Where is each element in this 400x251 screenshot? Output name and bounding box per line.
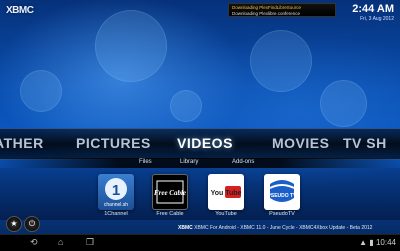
svg-text:You Tube: You Tube — [211, 190, 242, 197]
wifi-icon: ▲ — [359, 238, 368, 247]
recent-apps-icon[interactable]: ❐ — [86, 237, 94, 248]
favourite-label: Free Cable — [156, 211, 184, 217]
svg-text:Free Cable: Free Cable — [154, 189, 186, 197]
menu-item-movies[interactable]: MOVIES — [272, 135, 329, 151]
favourite-youtube[interactable]: You Tube — [208, 174, 244, 210]
notification-line-2: Downloading Plexlibre.conference — [232, 11, 301, 16]
clock-date: Fri, 3 Aug 2012 — [360, 16, 394, 22]
favourites-shelf — [0, 168, 400, 220]
favourite-pseudotv[interactable]: PSEUDO TV — [264, 174, 300, 210]
favourite-1channel[interactable]: 1 channel.sh — [98, 174, 134, 210]
main-menu: ATHER PICTURES VIDEOS MOVIES TV SH — [0, 128, 400, 160]
power-button[interactable]: ⏻ — [24, 216, 40, 232]
home-icon[interactable]: ⌂ — [58, 237, 63, 247]
background-bokeh — [320, 80, 367, 127]
download-notification: Downloading PlexFindLibreSource Download… — [228, 3, 336, 17]
sub-item-library[interactable]: Library — [180, 159, 198, 165]
menu-item-weather[interactable]: ATHER — [0, 135, 44, 151]
background-bokeh — [250, 30, 312, 92]
xbmc-logo: XBMC — [6, 5, 34, 16]
android-navigation-bar: ⟲ ⌂ ❐ ▲ ▮ 10:44 — [0, 234, 400, 251]
1channel-logo-icon: 1 channel.sh — [104, 178, 128, 208]
sub-item-files[interactable]: Files — [139, 159, 152, 165]
favourite-free-cable[interactable]: Free Cable — [152, 174, 188, 210]
favourites-star-button[interactable]: ★ — [6, 216, 22, 232]
sub-item-addons[interactable]: Add-ons — [232, 159, 254, 165]
background-bokeh — [20, 70, 62, 112]
free-cable-logo-icon: Free Cable — [154, 180, 186, 204]
favourite-label: PseudoTV — [269, 211, 295, 217]
favourite-label: YouTube — [215, 211, 237, 217]
favourite-label: 1Channel — [104, 211, 128, 217]
pseudo-tv-logo-icon: PSEUDO TV — [268, 180, 298, 202]
youtube-logo-icon: You Tube — [211, 186, 242, 198]
status-time: 10:44 — [375, 238, 396, 247]
battery-icon: ▮ — [369, 238, 374, 247]
ticker-prefix: XBMC — [178, 225, 193, 231]
back-icon[interactable]: ⟲ — [30, 237, 38, 248]
svg-text:1: 1 — [112, 182, 120, 199]
background-bokeh — [95, 10, 167, 82]
ticker-text: XBMC For Android - XBMC 11.0 - June Cycl… — [194, 225, 373, 231]
clock-time: 2:44 AM — [352, 3, 394, 15]
menu-item-videos[interactable]: VIDEOS — [177, 135, 233, 151]
status-area: ▲ ▮ 10:44 — [359, 238, 396, 247]
svg-text:channel.sh: channel.sh — [104, 202, 128, 208]
background-bokeh — [170, 90, 202, 122]
sub-menu: Files Library Add-ons — [0, 158, 400, 168]
menu-item-pictures[interactable]: PICTURES — [76, 135, 151, 151]
rss-ticker: XBMC XBMC For Android - XBMC 11.0 - June… — [178, 225, 372, 231]
power-icon: ⏻ — [28, 219, 36, 228]
svg-text:PSEUDO TV: PSEUDO TV — [268, 193, 298, 199]
menu-item-tv-shows[interactable]: TV SH — [343, 135, 387, 151]
star-icon: ★ — [10, 219, 18, 228]
